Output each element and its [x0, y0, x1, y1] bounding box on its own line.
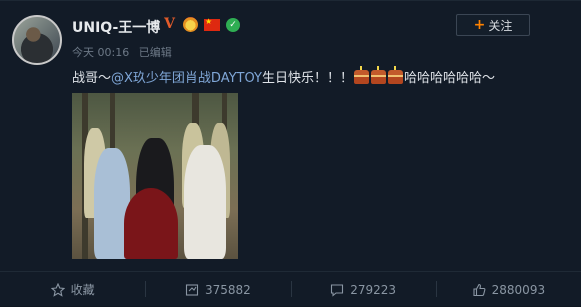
action-bar: 收藏 375882 279223 2880093 — [0, 272, 581, 307]
repost-icon — [185, 283, 199, 296]
comment-icon — [331, 283, 344, 297]
post-text-suffix: 哈哈哈哈哈哈～ — [403, 71, 495, 86]
follow-label: 关注 — [488, 18, 513, 33]
cake-icon — [387, 65, 403, 84]
plus-icon: + — [473, 17, 486, 33]
like-button[interactable]: 2880093 — [435, 272, 581, 307]
user-avatar[interactable] — [12, 15, 62, 65]
post-text: 战哥～ @X玖少年团肖战DAYTOY 生日快乐！！！ 哈哈哈哈哈哈～ — [72, 65, 495, 86]
green-badge-icon[interactable]: ✓ — [226, 17, 240, 32]
follow-button[interactable]: + 关注 — [456, 14, 530, 36]
favorite-label: 收藏 — [70, 283, 95, 297]
mention-link[interactable]: @X玖少年团肖战DAYTOY — [111, 67, 262, 86]
like-count: 2880093 — [491, 282, 546, 297]
cake-icon — [353, 65, 369, 84]
favorite-button[interactable]: 收藏 — [0, 272, 145, 307]
post-text-body: 生日快乐！！！ — [261, 71, 353, 86]
post-meta: 今天 00:16 已编辑 — [72, 44, 178, 60]
weibo-post-card: UNIQ-王一博 V ✓ + 关注 今天 00:16 已编辑 战哥～ @X玖少年… — [0, 0, 581, 306]
post-image[interactable] — [72, 93, 238, 259]
cake-icon — [370, 65, 386, 84]
edited-label[interactable]: 已编辑 — [139, 46, 172, 59]
star-icon — [50, 282, 65, 297]
comment-count: 279223 — [350, 282, 397, 297]
repost-button[interactable]: 375882 — [145, 272, 290, 307]
member-crown-icon[interactable] — [183, 17, 198, 32]
thumbs-up-icon — [473, 283, 486, 296]
username-link[interactable]: UNIQ-王一博 — [72, 17, 160, 37]
post-time[interactable]: 今天 00:16 — [72, 46, 129, 59]
china-flag-icon[interactable] — [204, 17, 220, 31]
user-badges: V ✓ — [162, 17, 240, 32]
repost-count: 375882 — [204, 282, 251, 297]
verified-icon[interactable]: V — [162, 17, 177, 32]
comment-button[interactable]: 279223 — [290, 272, 436, 307]
post-text-prefix: 战哥～ — [72, 71, 112, 86]
